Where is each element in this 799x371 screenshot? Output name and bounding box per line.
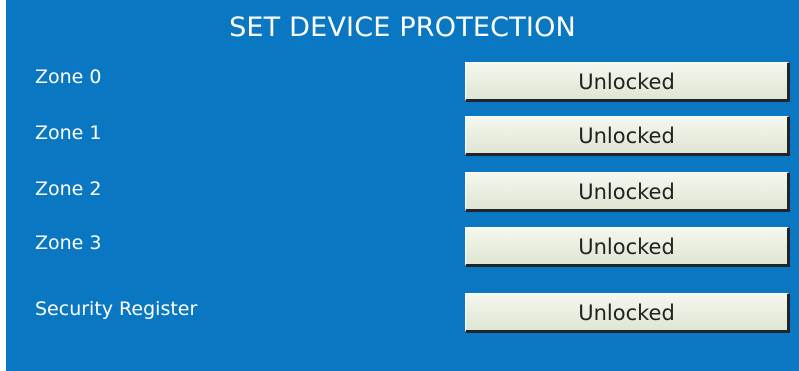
security-register-lock-button[interactable]: Unlocked (465, 293, 790, 333)
zone-3-label: Zone 3 (35, 232, 102, 254)
security-register-label: Security Register (35, 298, 198, 320)
zone-3-lock-button[interactable]: Unlocked (465, 227, 790, 267)
zone-1-lock-button[interactable]: Unlocked (465, 116, 790, 156)
panel-title: SET DEVICE PROTECTION (229, 12, 576, 43)
zone-2-label: Zone 2 (35, 178, 102, 200)
zone-0-lock-button[interactable]: Unlocked (465, 62, 790, 102)
zone-2-lock-button[interactable]: Unlocked (465, 172, 790, 212)
zone-0-label: Zone 0 (35, 66, 102, 88)
device-protection-panel: SET DEVICE PROTECTION Zone 0 Unlocked Zo… (6, 0, 799, 371)
zone-1-label: Zone 1 (35, 122, 102, 144)
